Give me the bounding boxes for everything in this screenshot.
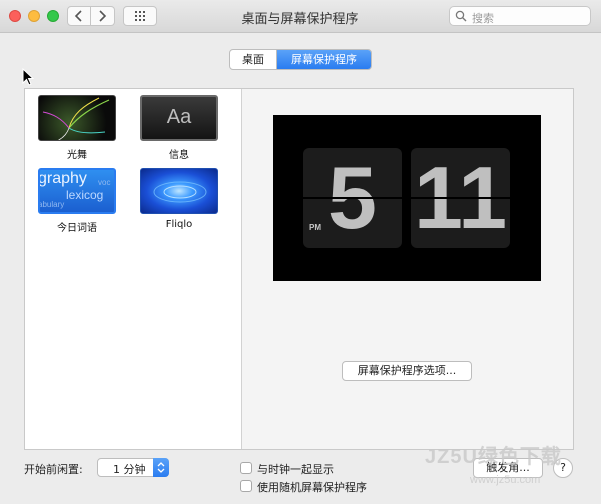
- word-thumb-text-2: lexicog: [66, 188, 104, 202]
- word-thumb-text-3: voc: [98, 178, 111, 187]
- forward-button[interactable]: [91, 6, 115, 26]
- start-after-select[interactable]: 1 分钟: [97, 458, 169, 477]
- random-screensaver-checkbox[interactable]: [240, 480, 252, 492]
- minimize-window-button[interactable]: [28, 10, 40, 22]
- flip-card-hour: 5 PM: [303, 148, 402, 248]
- flip-divider: [303, 197, 402, 199]
- chevron-right-icon: [99, 10, 107, 22]
- random-screensaver-label: 使用随机屏幕保护程序: [257, 481, 367, 494]
- grid-icon: [135, 11, 145, 21]
- flip-divider: [411, 197, 510, 199]
- screensaver-options-button[interactable]: 屏幕保护程序选项...: [342, 361, 472, 381]
- tab-screensaver[interactable]: 屏幕保护程序: [277, 50, 371, 69]
- message-thumb-text: Aa: [166, 106, 192, 128]
- meridiem-label: PM: [309, 223, 321, 232]
- mouse-cursor-icon: [22, 68, 34, 86]
- start-after-label: 开始前闲置:: [24, 463, 83, 476]
- screensaver-label-fliqlo: Fliqlo: [165, 219, 193, 230]
- show-clock-checkbox[interactable]: [240, 462, 252, 474]
- screensaver-label-message: 信息: [169, 150, 189, 161]
- watermark-url: www.jz5u.com: [470, 474, 541, 486]
- screensaver-label-flurry: 光舞: [67, 150, 87, 161]
- title-bar: 桌面与屏幕保护程序 搜索: [0, 0, 601, 33]
- screensaver-list: 光舞 Aa 信息 graphy lexicog voc abulary 今日词语…: [25, 89, 242, 449]
- select-arrows: [153, 458, 169, 477]
- flurry-streaks-icon: [42, 97, 110, 140]
- updown-chevron-icon: [157, 462, 165, 473]
- chevron-left-icon: [74, 10, 82, 22]
- back-button[interactable]: [67, 6, 91, 26]
- search-icon: [455, 10, 467, 22]
- screensaver-label-word-of-the-day: 今日词语: [57, 223, 97, 234]
- flip-card-minute: 11: [411, 148, 510, 248]
- close-window-button[interactable]: [9, 10, 21, 22]
- main-panel: 光舞 Aa 信息 graphy lexicog voc abulary 今日词语…: [24, 88, 574, 450]
- tab-bar: 桌面 屏幕保护程序: [229, 49, 372, 70]
- screensaver-thumb-fliqlo[interactable]: [140, 168, 218, 214]
- screensaver-thumb-word-of-the-day[interactable]: graphy lexicog voc abulary: [38, 168, 116, 214]
- word-thumb-text-4: abulary: [38, 200, 65, 209]
- tab-desktop[interactable]: 桌面: [230, 50, 277, 69]
- zoom-window-button[interactable]: [47, 10, 59, 22]
- search-placeholder: 搜索: [472, 12, 494, 25]
- screensaver-thumb-message[interactable]: Aa: [140, 95, 218, 141]
- show-all-button[interactable]: [123, 6, 157, 26]
- word-thumb-text: graphy: [38, 170, 87, 187]
- search-field[interactable]: 搜索: [449, 6, 591, 26]
- window-title: 桌面与屏幕保护程序: [241, 12, 359, 27]
- screensaver-thumb-flurry[interactable]: [38, 95, 116, 141]
- start-after-value: 1 分钟: [113, 463, 146, 476]
- show-clock-label: 与时钟一起显示: [257, 463, 334, 476]
- screensaver-preview: 5 PM 11: [273, 115, 541, 281]
- watermark-text: JZ5U绿色下载: [425, 446, 562, 468]
- swirl-icon: [153, 181, 207, 203]
